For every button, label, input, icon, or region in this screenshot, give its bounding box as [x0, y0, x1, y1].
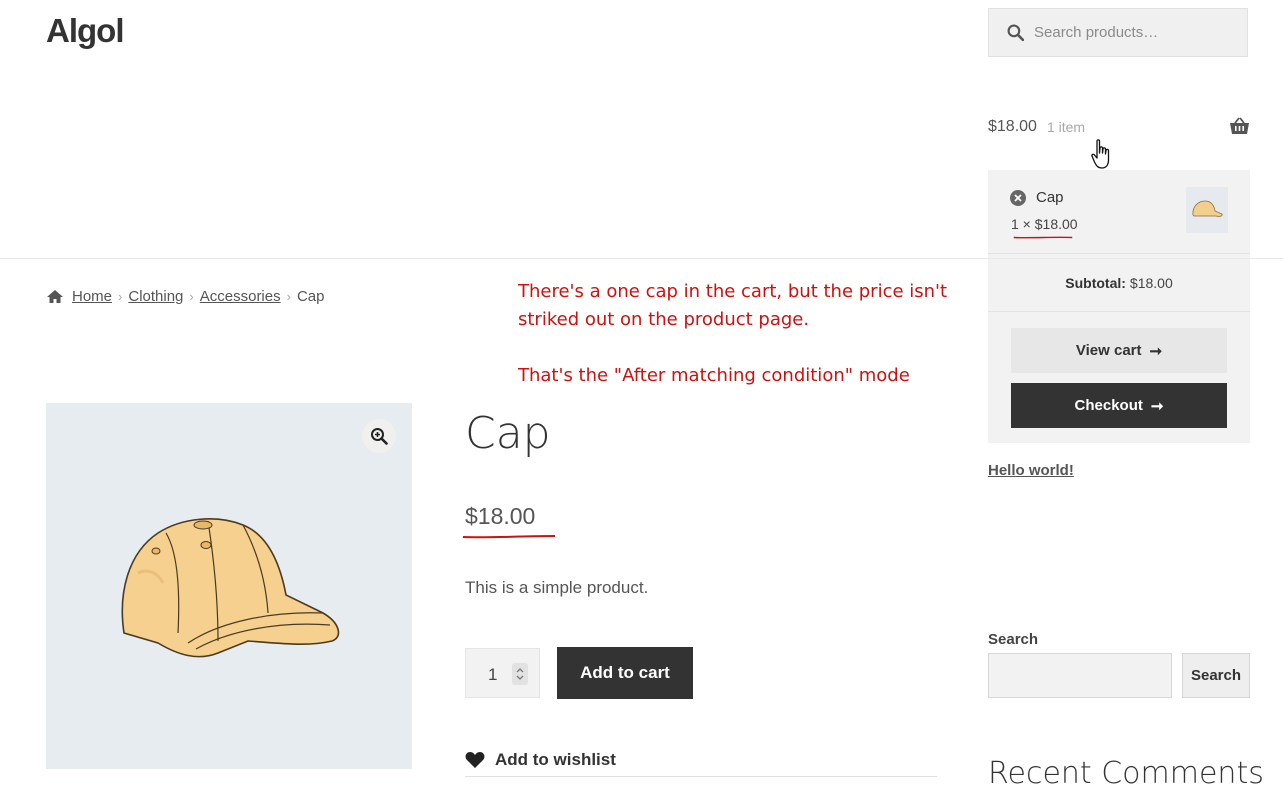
breadcrumb-separator: › — [286, 289, 291, 304]
annotation-underline — [462, 535, 556, 539]
basket-icon[interactable] — [1229, 117, 1250, 135]
mini-cart-item: Cap 1 × $18.00 — [988, 170, 1250, 254]
breadcrumb-separator: › — [189, 289, 194, 304]
cart-amount: $18.00 — [988, 118, 1037, 135]
checkout-label: Checkout — [1074, 397, 1143, 414]
header-divider — [0, 258, 1283, 259]
mini-item-qty-price: 1 × $18.00 — [1011, 216, 1078, 232]
cart-summary[interactable]: $18.00 1 item — [988, 114, 1250, 140]
quantity-spinner[interactable] — [512, 663, 528, 685]
cart-count: 1 item — [1046, 119, 1086, 135]
header-search-form — [988, 8, 1248, 57]
arrow-right-icon: ➞ — [1150, 397, 1164, 415]
quantity-stepper[interactable]: 1 — [465, 648, 540, 698]
mini-item-name[interactable]: Cap — [1036, 189, 1064, 206]
sidebar-search-input[interactable] — [988, 653, 1172, 698]
subtotal-label: Subtotal: — [1065, 274, 1126, 291]
view-cart-label: View cart — [1075, 342, 1142, 359]
view-cart-button[interactable]: View cart ➞ — [1011, 328, 1227, 373]
breadcrumb-separator: › — [118, 289, 123, 304]
sidebar-search-label: Search — [988, 631, 1039, 648]
remove-icon[interactable] — [1010, 190, 1026, 206]
zoom-icon — [371, 428, 388, 445]
mini-item-thumbnail[interactable] — [1186, 187, 1228, 233]
home-icon — [47, 290, 63, 303]
checkout-button[interactable]: Checkout ➞ — [1011, 383, 1227, 428]
breadcrumb: Home › Clothing › Accessories › Cap — [46, 288, 324, 305]
search-icon — [1007, 24, 1024, 41]
product-image[interactable] — [46, 403, 412, 769]
cap-illustration — [121, 518, 340, 658]
subtotal-value: $18.00 — [1129, 274, 1173, 291]
breadcrumb-home[interactable]: Home — [72, 288, 112, 305]
zoom-button[interactable] — [362, 419, 396, 453]
breadcrumb-current: Cap — [296, 288, 325, 305]
annotation-line-3: That's the "After matching condition" mo… — [518, 365, 910, 386]
arrow-right-icon: ➞ — [1149, 342, 1163, 360]
mini-cart-subtotal: Subtotal: $18.00 — [988, 254, 1250, 312]
product-description: This is a simple product. — [465, 578, 649, 597]
spinner-arrows-icon — [516, 668, 524, 680]
heart-icon — [465, 752, 485, 768]
add-to-wishlist-link[interactable]: Add to wishlist — [465, 750, 616, 770]
product-title: Cap — [465, 408, 551, 459]
annotation-line-2: striked out on the product page. — [518, 309, 810, 330]
mini-cart-dropdown: Cap 1 × $18.00 Subtotal: $18.00 View car… — [988, 170, 1250, 443]
divider — [465, 776, 937, 777]
recent-comments-heading: Recent Comments — [988, 756, 1264, 791]
annotation-line-1: There's a one cap in the cart, but the p… — [518, 281, 948, 302]
header-search-input[interactable] — [1032, 23, 1236, 42]
hand-cursor-icon — [1091, 139, 1110, 169]
breadcrumb-accessories[interactable]: Accessories — [200, 288, 281, 305]
product-price: $18.00 — [465, 503, 536, 529]
add-to-cart-button[interactable]: Add to cart — [557, 647, 693, 699]
annotation-note: There's a one cap in the cart, but the p… — [518, 278, 947, 390]
recent-post-link[interactable]: Hello world! — [988, 462, 1074, 479]
quantity-value[interactable]: 1 — [488, 665, 497, 685]
annotation-underline — [1013, 236, 1073, 239]
cap-thumbnail-image — [1192, 200, 1223, 217]
wishlist-label: Add to wishlist — [495, 750, 616, 769]
sidebar-search-button[interactable]: Search — [1182, 653, 1250, 698]
site-title[interactable]: Algol — [46, 12, 124, 50]
breadcrumb-clothing[interactable]: Clothing — [128, 288, 183, 305]
